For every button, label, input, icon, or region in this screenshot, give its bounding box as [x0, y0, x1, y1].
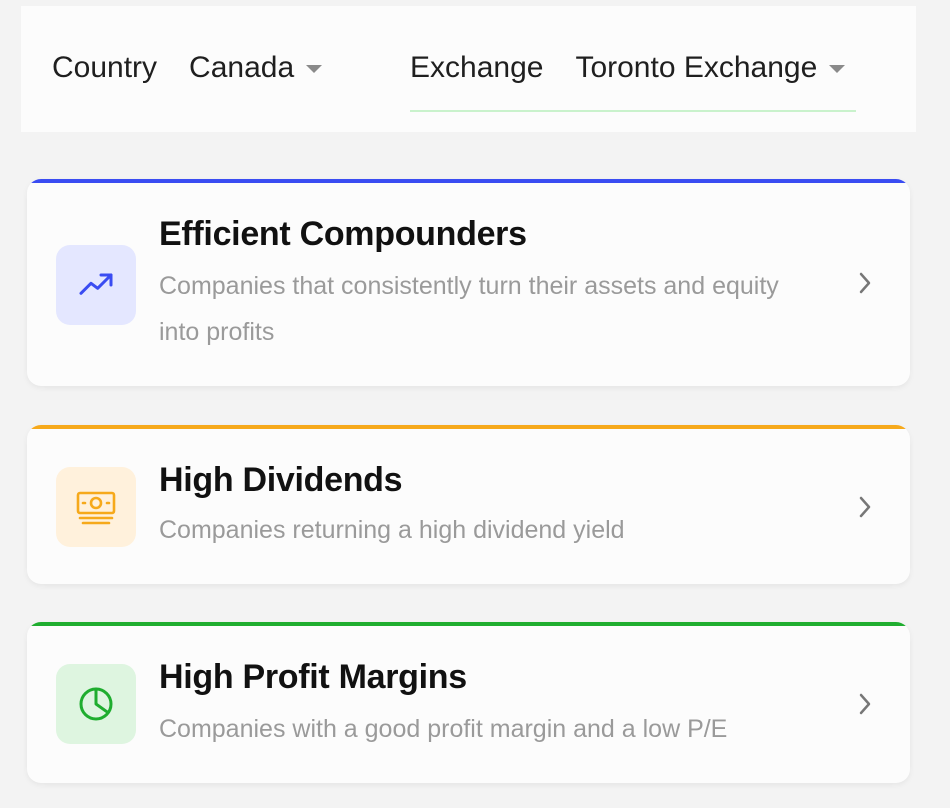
country-label: Country — [52, 51, 158, 84]
trending-up-icon — [79, 273, 113, 295]
card-icon-box — [56, 467, 136, 547]
card-icon-box — [56, 245, 136, 325]
chevron-right-icon — [859, 693, 871, 715]
card-title: High Dividends — [159, 461, 403, 499]
card-description: Companies with a good profit margin and … — [159, 715, 728, 743]
card-title: High Profit Margins — [159, 658, 467, 696]
exchange-filter: Exchange Toronto Exchange — [410, 46, 846, 90]
card-title: Efficient Compounders — [159, 215, 527, 253]
exchange-label: Exchange — [410, 51, 544, 84]
card-description: Companies that consistently turn their a… — [159, 272, 779, 346]
card-accent-bar — [27, 622, 910, 626]
card-accent-bar — [27, 425, 910, 429]
exchange-value: Toronto Exchange — [575, 51, 818, 84]
card-accent-bar — [27, 179, 910, 183]
country-dropdown[interactable]: Canada — [189, 51, 323, 85]
chevron-right-icon — [859, 496, 871, 518]
cash-icon — [76, 491, 116, 525]
country-filter: Country Canada — [52, 46, 323, 90]
chevron-right-icon — [859, 272, 871, 294]
screener-card-efficient-compounders[interactable]: Efficient Compounders Companies that con… — [27, 179, 910, 386]
pie-chart-icon — [79, 687, 113, 721]
exchange-underline — [410, 110, 856, 112]
screener-card-high-profit-margins[interactable]: High Profit Margins Companies with a goo… — [27, 622, 910, 783]
card-description: Companies returning a high dividend yiel… — [159, 516, 625, 544]
card-icon-box — [56, 664, 136, 744]
caret-down-icon — [306, 65, 323, 73]
exchange-dropdown[interactable]: Toronto Exchange — [575, 51, 846, 85]
filter-bar: Country Canada Exchange Toronto Exchange — [21, 6, 916, 132]
country-value: Canada — [189, 51, 295, 84]
caret-down-icon — [829, 65, 846, 73]
screener-card-high-dividends[interactable]: High Dividends Companies returning a hig… — [27, 425, 910, 584]
